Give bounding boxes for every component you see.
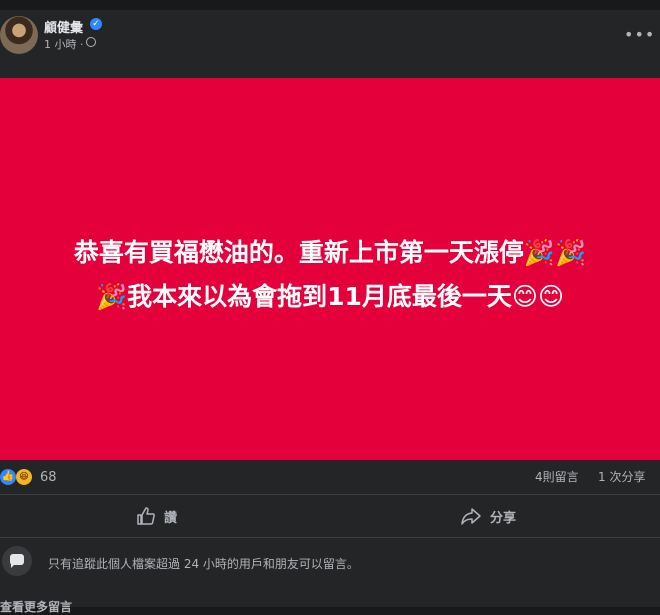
image-text-line1: 恭喜有買福懋油的。重新上市第一天漲停🎉🎉 [73, 238, 587, 267]
post-image[interactable]: 恭喜有買福懋油的。重新上市第一天漲停🎉🎉 🎉我本來以為會拖到11月底最後一天😊😊 [0, 78, 660, 460]
image-text-line2: 🎉我本來以為會拖到11月底最後一天😊😊 [95, 282, 565, 311]
post-meta: 1 小時 · [44, 36, 84, 52]
comment-count[interactable]: 4則留言 [535, 468, 579, 485]
divider [0, 537, 660, 538]
like-label: 讚 [164, 510, 178, 526]
top-strip [0, 0, 660, 10]
share-count[interactable]: 1 次分享 [598, 468, 645, 485]
reaction-count[interactable]: 68 [40, 470, 57, 485]
comment-bubble-icon [2, 546, 32, 576]
globe-icon [86, 37, 96, 47]
share-button[interactable]: 分享 [460, 500, 516, 532]
share-label: 分享 [490, 510, 517, 526]
thumbs-up-icon [137, 507, 155, 525]
author-name[interactable]: 顧健彙 [44, 17, 83, 36]
avatar[interactable] [0, 16, 38, 54]
more-options-button[interactable]: ••• [624, 27, 655, 43]
meta-separator: · [80, 38, 84, 51]
like-icon[interactable]: 👍 [0, 469, 16, 485]
divider [0, 494, 660, 495]
share-arrow-icon [461, 508, 481, 525]
like-button[interactable]: 讚 [136, 500, 177, 532]
post-time[interactable]: 1 小時 [44, 38, 77, 51]
verified-badge-icon: ✓ [90, 18, 102, 30]
comment-restriction-notice: 只有追蹤此個人檔案超過 24 小時的用戶和朋友可以留言。 [48, 557, 359, 571]
haha-icon[interactable]: 😆 [16, 469, 32, 485]
